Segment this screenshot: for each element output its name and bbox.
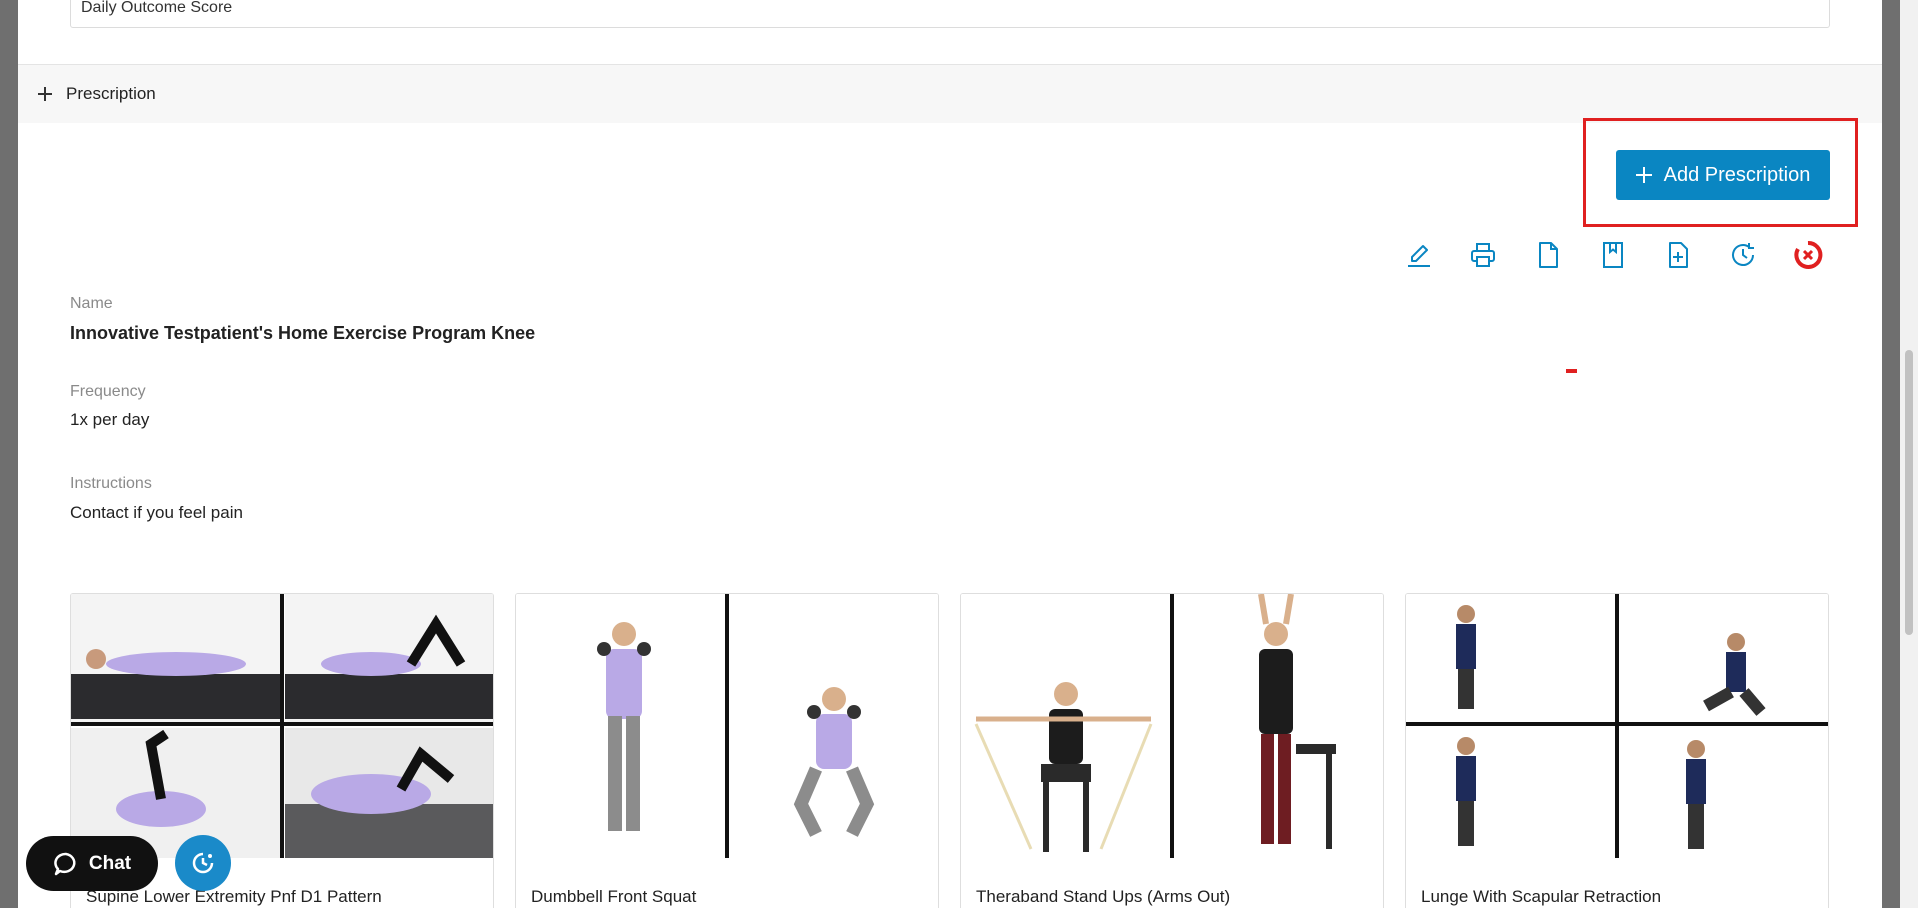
plus-icon xyxy=(1635,167,1652,183)
scrollbar-thumb[interactable] xyxy=(1905,350,1913,635)
chat-label: Chat xyxy=(88,852,132,874)
exercise-card[interactable]: Lunge With Scapular Retraction xyxy=(1405,593,1829,908)
name-label: Name xyxy=(70,295,113,312)
exercise-title: Dumbbell Front Squat xyxy=(531,887,697,906)
exercise-title: Theraband Stand Ups (Arms Out) xyxy=(976,887,1231,906)
exercise-thumbnail xyxy=(1406,594,1828,858)
add-prescription-label: Add Prescription xyxy=(1663,163,1811,186)
daily-outcome-score-field[interactable]: Daily Outcome Score xyxy=(70,0,1830,28)
instructions-value: Contact if you feel pain xyxy=(70,503,243,522)
program-name: Innovative Testpatient's Home Exercise P… xyxy=(70,323,536,343)
bookmark-icon[interactable] xyxy=(1596,238,1630,272)
add-prescription-button[interactable]: Add Prescription xyxy=(1616,150,1830,200)
chat-bubble-icon xyxy=(54,852,76,875)
history-icon[interactable] xyxy=(1726,238,1760,272)
exercise-title: Lunge With Scapular Retraction xyxy=(1421,887,1662,906)
prescription-section-title: Prescription xyxy=(66,84,156,103)
exercise-thumbnail xyxy=(516,594,938,858)
frequency-value: 1x per day xyxy=(70,410,150,429)
instructions-label: Instructions xyxy=(70,475,152,492)
exercise-thumbnail xyxy=(961,594,1383,858)
frequency-label: Frequency xyxy=(70,383,146,400)
expand-plus-icon[interactable] xyxy=(38,87,52,101)
chat-button[interactable]: Chat xyxy=(26,836,158,891)
delete-icon[interactable] xyxy=(1791,238,1825,272)
document-icon[interactable] xyxy=(1531,238,1565,272)
exercise-card[interactable]: Theraband Stand Ups (Arms Out) xyxy=(960,593,1384,908)
support-clock-icon xyxy=(192,852,214,874)
help-widget-button[interactable] xyxy=(175,835,231,891)
daily-outcome-score-text: Daily Outcome Score xyxy=(81,0,233,16)
print-icon[interactable] xyxy=(1466,238,1500,272)
vertical-scrollbar[interactable] xyxy=(1900,0,1918,908)
exercise-card[interactable]: Dumbbell Front Squat xyxy=(515,593,939,908)
exercise-thumbnail xyxy=(71,594,493,858)
add-document-icon[interactable] xyxy=(1661,238,1695,272)
prescription-section-header[interactable]: Prescription xyxy=(18,65,1882,123)
red-annotation-mark xyxy=(1566,369,1577,373)
edit-icon[interactable] xyxy=(1402,238,1436,272)
page-content: Daily Outcome Score Prescription Add Pre… xyxy=(18,0,1882,908)
